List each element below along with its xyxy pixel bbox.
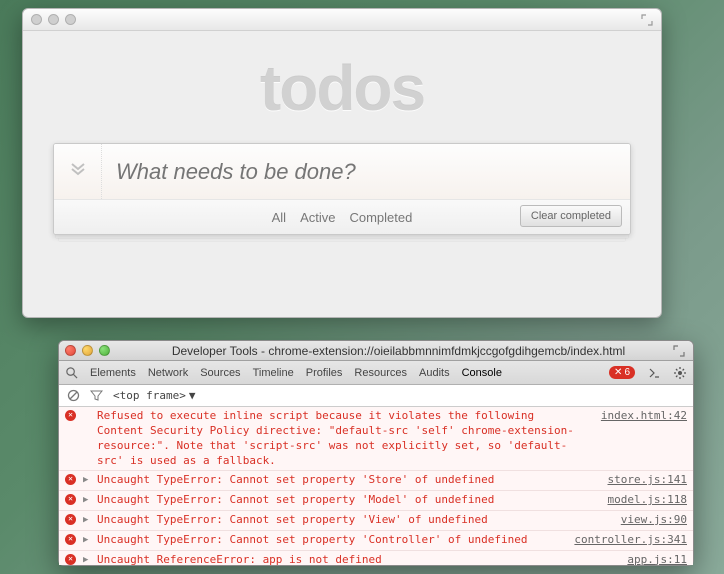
error-icon: ✕ xyxy=(65,494,77,506)
error-count-badge[interactable]: ✕6 xyxy=(609,366,635,379)
console-message: Uncaught TypeError: Cannot set property … xyxy=(97,473,594,488)
console-source-link[interactable]: app.js:11 xyxy=(627,553,687,565)
error-icon: ✕ xyxy=(65,514,77,526)
error-icon: ✕ xyxy=(65,474,77,486)
devtools-window: Developer Tools - chrome-extension://oie… xyxy=(58,340,694,566)
inspect-icon[interactable] xyxy=(65,366,78,379)
tab-resources[interactable]: Resources xyxy=(354,367,407,379)
window-controls xyxy=(31,14,76,25)
filter-all[interactable]: All xyxy=(272,210,286,225)
console-source-link[interactable]: store.js:141 xyxy=(608,473,687,488)
tab-timeline[interactable]: Timeline xyxy=(253,367,294,379)
zoom-window-button[interactable] xyxy=(99,345,110,356)
disclosure-triangle-icon[interactable]: ▶ xyxy=(83,554,91,565)
filter-completed[interactable]: Completed xyxy=(349,210,412,225)
filter-icon[interactable] xyxy=(90,389,103,402)
disclosure-triangle-icon[interactable]: ▶ xyxy=(83,514,91,526)
frame-selector-label: <top frame> xyxy=(113,389,186,402)
clear-console-icon[interactable] xyxy=(67,389,80,402)
console-source-link[interactable]: view.js:90 xyxy=(621,513,687,528)
tab-sources[interactable]: Sources xyxy=(200,367,240,379)
console-source-link[interactable]: controller.js:341 xyxy=(574,533,687,548)
console-error-row: ✕ ▶ Uncaught TypeError: Cannot set propert… xyxy=(59,471,693,491)
frame-selector[interactable]: <top frame> ▼ xyxy=(113,389,195,402)
console-error-row: ✕ Refused to execute inline script becaus… xyxy=(59,407,693,471)
console-message: Uncaught TypeError: Cannot set property … xyxy=(97,533,560,548)
console-source-link[interactable]: model.js:118 xyxy=(608,493,687,508)
console-message: Uncaught TypeError: Cannot set property … xyxy=(97,513,607,528)
fullscreen-icon[interactable] xyxy=(641,13,653,25)
todos-titlebar[interactable] xyxy=(23,9,661,31)
drawer-toggle-icon[interactable] xyxy=(647,366,661,380)
console-error-row: ✕ ▶ Uncaught TypeError: Cannot set propert… xyxy=(59,531,693,551)
todos-body: todos All Active Completed Clear complet… xyxy=(23,31,661,245)
console-error-row: ✕ ▶ Uncaught TypeError: Cannot set propert… xyxy=(59,511,693,531)
window-control-dot[interactable] xyxy=(65,14,76,25)
tab-profiles[interactable]: Profiles xyxy=(306,367,343,379)
error-icon: ✕ xyxy=(65,410,77,422)
toggle-all-button[interactable] xyxy=(54,144,102,199)
console-error-row: ✕ ▶ Uncaught TypeError: Cannot set propert… xyxy=(59,491,693,511)
todo-card: All Active Completed Clear completed xyxy=(53,143,631,235)
devtools-tabstrip: Elements Network Sources Timeline Profil… xyxy=(59,361,693,385)
traffic-lights xyxy=(65,345,110,356)
error-icon: ✕ xyxy=(65,534,77,546)
minimize-window-button[interactable] xyxy=(82,345,93,356)
console-message: Uncaught TypeError: Cannot set property … xyxy=(97,493,594,508)
window-control-dot[interactable] xyxy=(48,14,59,25)
settings-gear-icon[interactable] xyxy=(673,366,687,380)
filter-group: All Active Completed xyxy=(272,210,413,225)
tab-audits[interactable]: Audits xyxy=(419,367,450,379)
console-output: ✕ Refused to execute inline script becaus… xyxy=(59,407,693,565)
clear-completed-button[interactable]: Clear completed xyxy=(520,205,622,227)
close-window-button[interactable] xyxy=(65,345,76,356)
devtools-titlebar[interactable]: Developer Tools - chrome-extension://oie… xyxy=(59,341,693,361)
error-count: 6 xyxy=(624,367,630,378)
disclosure-triangle-icon[interactable]: ▶ xyxy=(83,534,91,546)
devtools-window-title: Developer Tools - chrome-extension://oie… xyxy=(110,344,687,358)
chevron-double-down-icon xyxy=(69,160,87,183)
todos-window: todos All Active Completed Clear complet… xyxy=(22,8,662,318)
disclosure-triangle-icon[interactable]: ▶ xyxy=(83,494,91,506)
fullscreen-icon[interactable] xyxy=(673,345,685,357)
console-toolbar: <top frame> ▼ xyxy=(59,385,693,407)
console-source-link[interactable]: index.html:42 xyxy=(601,409,687,424)
console-message: Refused to execute inline script because… xyxy=(97,409,587,468)
todo-footer: All Active Completed Clear completed xyxy=(54,200,630,234)
console-message: Uncaught ReferenceError: app is not defi… xyxy=(97,553,613,565)
error-x-icon: ✕ xyxy=(614,367,622,378)
dropdown-triangle-icon: ▼ xyxy=(189,389,196,402)
window-control-dot[interactable] xyxy=(31,14,42,25)
tab-network[interactable]: Network xyxy=(148,367,188,379)
tab-console[interactable]: Console xyxy=(462,367,502,379)
new-todo-input[interactable] xyxy=(102,159,630,185)
filter-active[interactable]: Active xyxy=(300,210,335,225)
error-icon: ✕ xyxy=(65,554,77,565)
new-todo-row xyxy=(54,144,630,200)
tab-elements[interactable]: Elements xyxy=(90,367,136,379)
disclosure-triangle-icon[interactable]: ▶ xyxy=(83,474,91,486)
app-title: todos xyxy=(53,51,631,125)
console-error-row: ✕ ▶ Uncaught ReferenceError: app is not de… xyxy=(59,551,693,565)
